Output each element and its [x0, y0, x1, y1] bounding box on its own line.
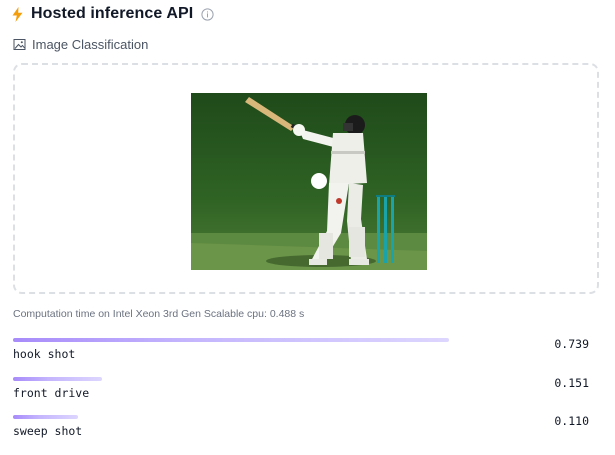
result-row: front drive 0.151 — [13, 376, 603, 407]
result-row: sweep shot 0.110 — [13, 414, 603, 445]
result-label: front drive — [13, 386, 90, 400]
task-label: Image Classification — [32, 36, 149, 52]
widget-title: Hosted inference API — [31, 5, 194, 22]
inference-widget: Hosted inference API Image Classificatio… — [0, 0, 615, 455]
widget-header: Hosted inference API — [12, 1, 214, 27]
result-score: 0.110 — [554, 414, 589, 428]
result-row: hook shot 0.739 — [13, 337, 603, 368]
image-classification-icon — [13, 38, 26, 51]
score-bar — [13, 415, 78, 419]
score-bar — [13, 377, 102, 381]
result-label: sweep shot — [13, 424, 83, 438]
uploaded-image — [191, 93, 427, 270]
image-dropzone[interactable] — [13, 63, 599, 294]
computation-time: Computation time on Intel Xeon 3rd Gen S… — [13, 308, 305, 320]
result-label: hook shot — [13, 347, 76, 361]
info-icon[interactable] — [201, 7, 214, 21]
bolt-icon — [12, 6, 23, 22]
task-type: Image Classification — [13, 35, 148, 53]
result-score: 0.739 — [554, 337, 589, 351]
score-bar — [13, 338, 449, 342]
result-score: 0.151 — [554, 376, 589, 390]
